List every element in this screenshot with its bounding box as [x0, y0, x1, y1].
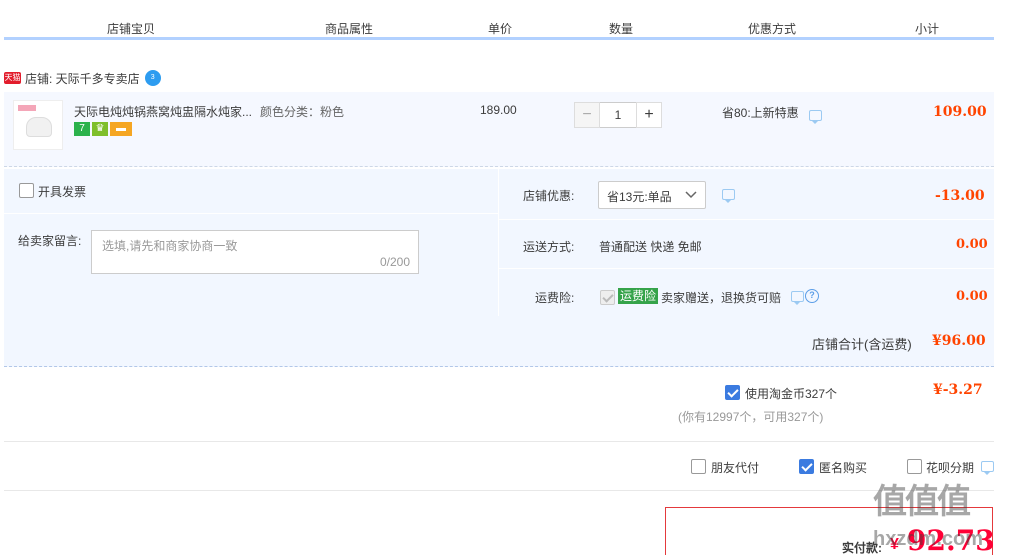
anonymous-purchase-checkbox[interactable] [799, 459, 814, 474]
insurance-amount: 0.00 [956, 289, 988, 304]
product-unit-price: 189.00 [480, 103, 517, 117]
shop-discount-amount: -13.00 [935, 188, 985, 204]
insurance-tag: 运费险 [618, 288, 659, 304]
huabei-installment-checkbox[interactable] [907, 459, 922, 474]
options-divider [498, 169, 499, 316]
order-options-panel: 开具发票 给卖家留言: 选填,请先和商家协商一致 0/200 店铺优惠: 省13… [4, 169, 994, 316]
header-col-shop-item: 店铺宝贝 [107, 22, 156, 36]
header-separator [682, 34, 683, 37]
shipping-method[interactable]: 普通配送 快递 免邮 [599, 238, 702, 255]
taobao-coins-note: (你有12997个，可用327个) [678, 410, 824, 424]
message-placeholder: 选填,请先和商家协商一致 [102, 239, 238, 253]
shipping-label: 运送方式: [523, 240, 575, 254]
promo-comment-icon[interactable] [809, 110, 822, 124]
help-icon[interactable]: ? [805, 289, 819, 303]
quantity-input[interactable]: 1 [600, 102, 636, 128]
header-col-subtotal: 小计 [915, 22, 940, 36]
seven-day-return-icon[interactable]: 7 [74, 122, 90, 136]
shop-discount-value: 省13元:单品 [607, 190, 672, 204]
options-row-divider [499, 219, 994, 220]
message-textarea[interactable]: 选填,请先和商家协商一致 0/200 [91, 230, 419, 274]
options-row-divider [4, 213, 498, 214]
options-row-divider [499, 268, 994, 269]
header-separator [259, 34, 260, 37]
shop-line: 天猫 店铺: 天际千多专卖店 3 [4, 68, 161, 88]
shop-name-link[interactable]: 店铺: 天际千多专卖店 [25, 70, 140, 87]
watermark-url: hxzdm.com [873, 528, 984, 550]
guarantee-icon[interactable]: ♛ [92, 122, 108, 136]
order-table-header: 店铺宝贝 商品属性 单价 数量 优惠方式 小计 [4, 0, 994, 40]
shop-total-row: 店铺合计(含运费) ¥96.00 [4, 316, 994, 367]
header-col-discount: 优惠方式 [748, 22, 797, 36]
card-payment-icon[interactable]: ▬ [110, 122, 132, 136]
insurance-description: 卖家赠送，退换货可赔 [661, 291, 782, 305]
taobao-coins-label: 使用淘金币327个 [745, 387, 838, 401]
huabei-comment-icon[interactable] [981, 461, 994, 475]
insurance-label: 运费险: [535, 291, 575, 305]
quantity-stepper: − 1 + [574, 102, 662, 128]
invoice-label: 开具发票 [38, 185, 87, 199]
shipping-amount: 0.00 [956, 237, 988, 252]
section-divider [4, 441, 994, 442]
shop-discount-label: 店铺优惠: [523, 189, 575, 203]
header-separator [561, 34, 562, 37]
product-subtotal: 109.00 [933, 104, 987, 120]
anonymous-purchase-label: 匿名购买 [819, 461, 868, 475]
promo-text: 省80:上新特惠 [722, 106, 799, 120]
shop-discount-select[interactable]: 省13元:单品 [598, 181, 706, 209]
insurance-comment-icon[interactable] [791, 291, 804, 305]
header-separator [863, 34, 864, 37]
tmall-badge-icon: 天猫 [4, 72, 21, 84]
product-title-link[interactable]: 天际电炖炖锅燕窝炖盅隔水炖家... [74, 103, 254, 120]
product-thumbnail[interactable] [13, 100, 63, 150]
insurance-checkbox[interactable] [600, 290, 615, 305]
message-label: 给卖家留言: [18, 234, 82, 248]
shop-total-label: 店铺合计(含运费) [812, 337, 912, 352]
product-attribute: 颜色分类：粉色 [260, 105, 345, 119]
discount-comment-icon[interactable] [722, 189, 735, 203]
invoice-checkbox[interactable] [19, 183, 34, 198]
quantity-plus-button[interactable]: + [636, 102, 662, 128]
product-row: 天际电炖炖锅燕窝炖盅隔水炖家... 7 ♛ ▬ 颜色分类：粉色 189.00 −… [4, 92, 994, 167]
thumbnail-label-graphic [18, 105, 36, 111]
header-separator [440, 34, 441, 37]
thumbnail-pot-graphic [26, 117, 52, 137]
header-col-unit-price: 单价 [488, 22, 513, 36]
shop-total-amount: ¥96.00 [932, 333, 986, 349]
friend-pay-checkbox[interactable] [691, 459, 706, 474]
header-col-attributes: 商品属性 [325, 22, 374, 36]
chevron-down-icon [685, 191, 697, 199]
taobao-coins-checkbox[interactable] [725, 385, 740, 400]
header-col-quantity: 数量 [609, 22, 634, 36]
watermark-logo: 值值值 [873, 483, 971, 521]
friend-pay-label: 朋友代付 [711, 461, 760, 475]
section-divider [4, 490, 994, 491]
taobao-coins-amount: ¥-3.27 [933, 382, 983, 398]
service-badges: 7 ♛ ▬ [74, 122, 132, 136]
chat-seller-icon[interactable]: 3 [144, 70, 161, 86]
message-char-counter: 0/200 [379, 255, 410, 269]
quantity-minus-button[interactable]: − [574, 102, 600, 128]
